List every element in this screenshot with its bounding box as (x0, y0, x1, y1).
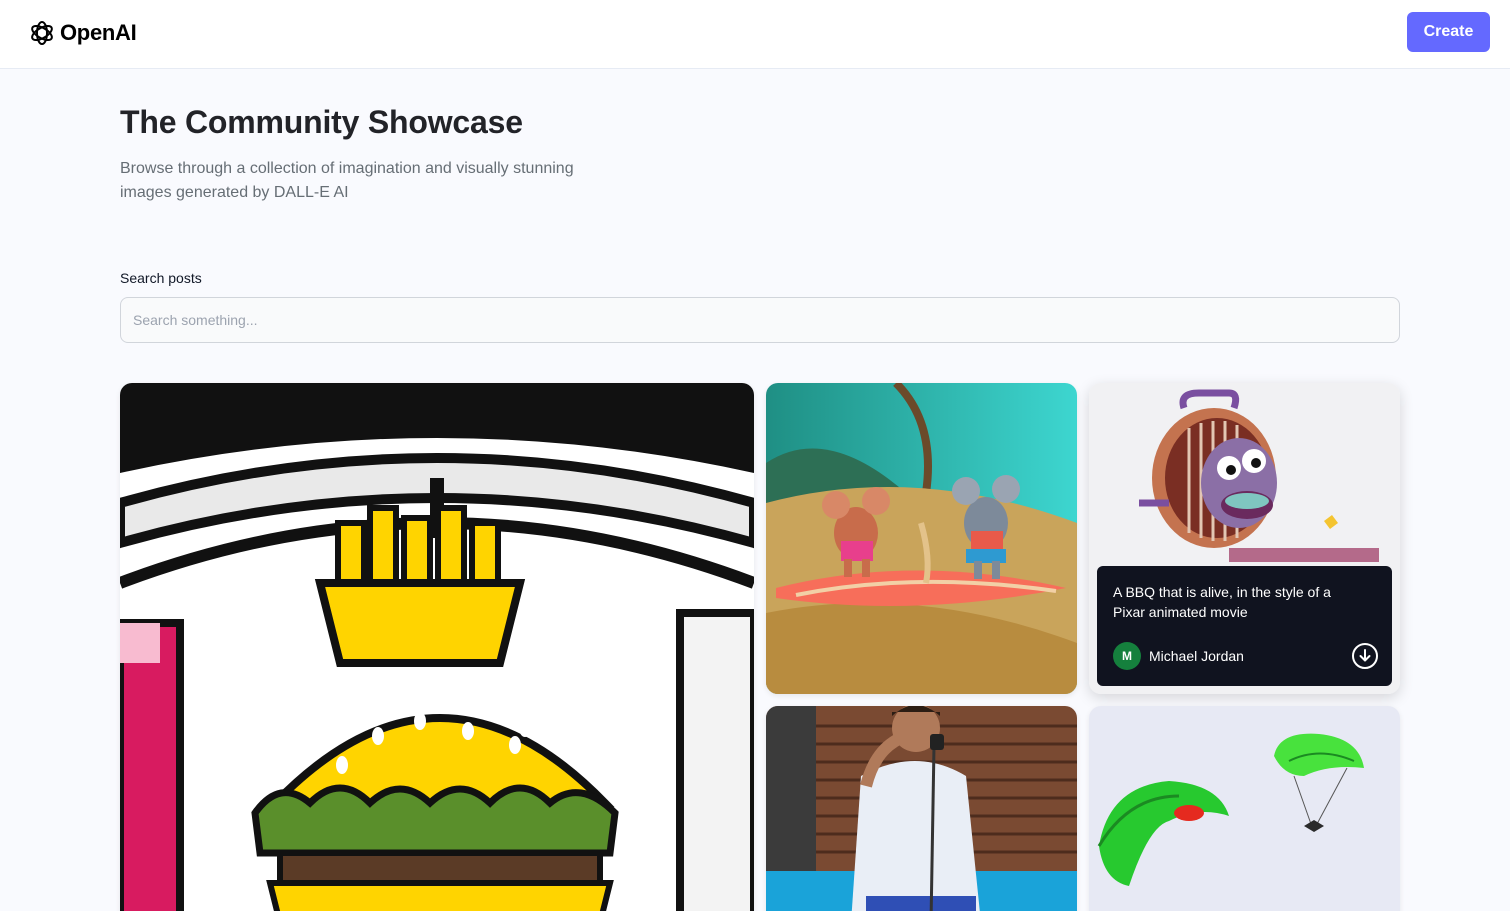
page-subtitle: Browse through a collection of imaginati… (120, 160, 574, 201)
man-singing-image (766, 706, 1077, 911)
post-card-1[interactable] (120, 383, 754, 911)
post-author: Michael Jordan (1149, 648, 1244, 664)
download-icon (1359, 649, 1371, 662)
mice-surfing-image (766, 383, 1077, 694)
brand-name: OpenAI (60, 20, 137, 45)
search-label: Search posts (120, 270, 202, 286)
navbar: OpenAI Create (0, 0, 1510, 69)
post-author-row: M Michael Jordan (1113, 642, 1378, 670)
post-card-2[interactable] (766, 383, 1077, 694)
openai-logo[interactable]: OpenAI (28, 17, 137, 49)
create-button[interactable]: Create (1407, 12, 1490, 52)
page-title: The Community Showcase (120, 104, 523, 140)
post-card-5[interactable] (1089, 706, 1400, 911)
openai-logo-icon (31, 21, 53, 45)
post-prompt: A BBQ that is alive, in the style of a P… (1113, 584, 1331, 620)
download-button[interactable] (1352, 643, 1378, 669)
green-parachutes-image (1089, 706, 1400, 911)
search-input[interactable] (120, 297, 1400, 343)
stained-glass-burger-image (120, 383, 754, 911)
avatar: M (1113, 642, 1141, 670)
post-card-4[interactable] (766, 706, 1077, 911)
post-hover-overlay: A BBQ that is alive, in the style of a P… (1097, 566, 1392, 686)
post-card-3[interactable]: A BBQ that is alive, in the style of a P… (1089, 383, 1400, 694)
